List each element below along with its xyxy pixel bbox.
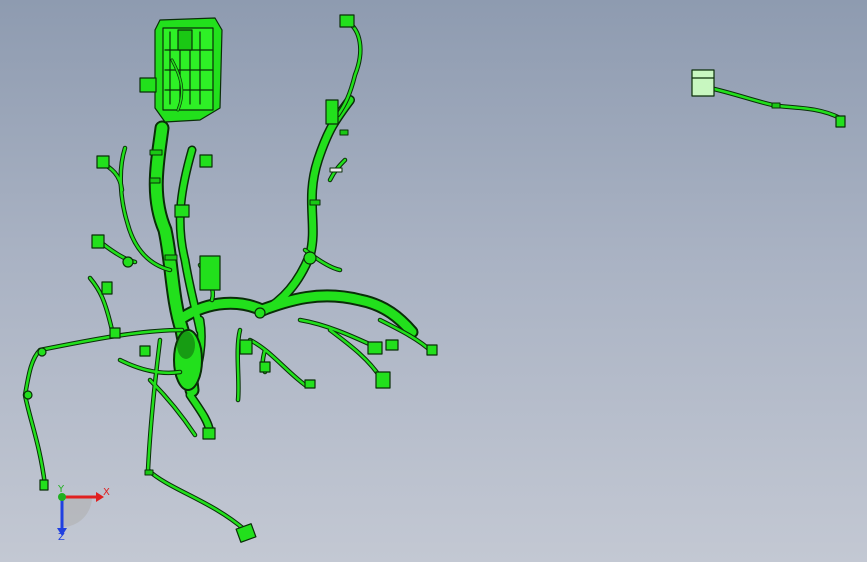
connector-left-3 [91,234,105,249]
connector-mid-2 [304,379,316,389]
z-axis-label: Z [58,532,65,543]
wire-harness-model[interactable] [0,0,867,562]
grommet-2 [303,251,317,265]
connector-mid-1 [259,361,271,373]
connector-center [199,255,221,291]
grommet-4 [23,390,33,400]
axis-triad [57,492,104,536]
connector-right-2 [375,371,391,389]
connector-right-3 [426,344,438,356]
connector-mid-6 [139,345,151,357]
detached-connector [691,69,846,128]
branch-wires [22,19,843,533]
connector-mid-4 [101,281,113,295]
connector-left-1 [96,155,110,169]
connector-left-2 [199,154,213,168]
connector-mid-5 [109,327,121,339]
grommet-1 [122,256,134,268]
grommet-5 [37,347,47,357]
fuse-box [139,17,223,123]
connector-far-left [39,479,49,491]
connector-mid-7 [174,204,190,218]
connector-right-4 [385,339,399,351]
connector-mid-3 [239,339,253,355]
connector-top-right [339,14,355,28]
grommet-3 [254,307,266,319]
connector-right-1 [367,341,383,355]
3d-viewport[interactable]: X Y Z [0,0,867,562]
connector-lower-left [202,427,216,440]
wire-clips [144,102,781,476]
y-axis-label: Y [58,484,65,495]
connector-mid-right [325,99,339,125]
connectors [23,14,438,543]
x-axis-label: X [103,487,110,498]
